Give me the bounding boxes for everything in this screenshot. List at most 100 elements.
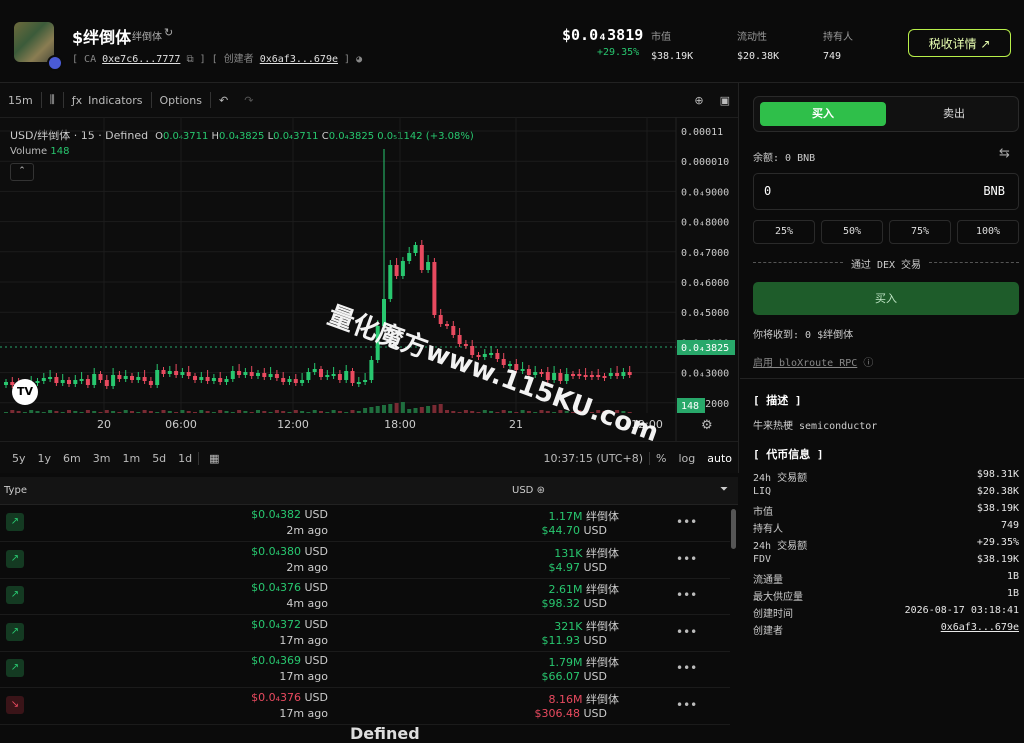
bloxroute-toggle[interactable]: 启用 bloXroute RPC ⓘ (753, 354, 873, 369)
volume-bar (218, 410, 223, 413)
volume-bar (123, 410, 128, 413)
volume-bar (363, 408, 368, 413)
candle-body (117, 375, 122, 379)
undo-icon[interactable]: ↶ (211, 94, 236, 107)
y-tick-label: 0.0₄5000 (681, 308, 729, 319)
camera-icon[interactable]: ▣ (712, 94, 738, 107)
creator-address-link[interactable]: 0x6af3...679e (260, 54, 338, 65)
volume-bar (445, 410, 449, 413)
stat-holders: 持有人 749 (823, 32, 853, 62)
amount-input[interactable]: 0 BNB (753, 173, 1019, 210)
percent-toggle[interactable]: % (649, 451, 672, 465)
screenshot-search-icon[interactable]: ⊕ (686, 94, 711, 107)
candle-body (369, 360, 374, 380)
trade-amount: 8.16M 绊倒体 (548, 692, 619, 706)
trade-row[interactable]: ↗ $0.0₄382 USD 2m ago 1.17M 绊倒体 $44.70 USD ••… (0, 505, 730, 542)
candle-body (577, 374, 582, 376)
trade-usd: $306.48 USD (534, 706, 607, 720)
range-5y[interactable]: 5y (6, 452, 32, 465)
options-button[interactable]: Options (152, 94, 210, 107)
tax-details-button[interactable]: 税收详情 ↗ (908, 29, 1011, 57)
usd-column-header[interactable]: USD ⊛ (512, 485, 545, 496)
volume-bar (73, 411, 78, 413)
refresh-icon[interactable]: ↻ (164, 26, 178, 40)
volume-bar (325, 412, 330, 413)
pct-50-button[interactable]: 50% (821, 220, 883, 244)
amount-value[interactable]: 0 (764, 184, 771, 198)
range-6m[interactable]: 6m (57, 452, 87, 465)
more-icon[interactable]: ••• (676, 698, 697, 712)
pct-75-button[interactable]: 75% (889, 220, 951, 244)
info-row: 流通量 1B (753, 571, 1019, 586)
info-row[interactable]: 创建者 0x6af3...679e (753, 622, 1019, 639)
interval-selector[interactable]: 15m (0, 94, 41, 107)
buy-tab[interactable]: 买入 (760, 102, 886, 126)
trade-row[interactable]: ↗ $0.0₄369 USD 17m ago 1.79M 绊倒体 $66.07 USD •… (0, 651, 730, 688)
candle-body (180, 372, 185, 375)
volume-bar (180, 410, 185, 413)
redo-icon[interactable]: ↷ (236, 94, 261, 107)
trade-amount: 2.61M 绊倒体 (548, 583, 619, 596)
candle-body (426, 262, 431, 270)
volume-bar (193, 412, 197, 413)
volume-bar (407, 409, 412, 413)
candle-body (432, 262, 437, 315)
trade-row[interactable]: ↘ $0.0₄376 USD 17m ago 8.16M 绊倒体 $306.48 USD… (0, 688, 730, 725)
copy-icon[interactable]: ⧉ (186, 54, 193, 65)
more-icon[interactable]: ••• (676, 515, 697, 529)
candlestick-chart[interactable]: 0.00011 0.000010 0.0₄9000 0.0₄8000 0.0₄7000 0… (0, 117, 738, 441)
range-1d[interactable]: 1d (172, 452, 198, 465)
indicators-button[interactable]: ƒx Indicators (64, 94, 151, 107)
volume-bar (438, 404, 443, 413)
more-icon[interactable]: ••• (676, 625, 697, 639)
volume-bar (375, 406, 380, 413)
trade-row[interactable]: ↗ $0.0₄376 USD 4m ago 2.61M 绊倒体 $98.32 USD ••… (0, 578, 730, 615)
candle-body (287, 379, 292, 382)
candle-body (79, 379, 84, 381)
settings-sliders-icon[interactable]: ⇆ (999, 146, 1010, 161)
trade-row[interactable]: ↗ $0.0₄380 USD 2m ago 131K 绊倒体 $4.97 USD ••• (0, 542, 730, 579)
log-toggle[interactable]: log (672, 452, 701, 465)
bscscan-icon[interactable]: ◕ (356, 54, 362, 65)
volume-bar (224, 411, 229, 413)
date-range-icon[interactable]: ▦ (198, 451, 225, 465)
fx-icon: ƒx (71, 93, 83, 107)
range-5d[interactable]: 5d (146, 452, 172, 465)
filter-icon[interactable]: ⏷ (720, 484, 728, 495)
trade-usd: $4.97 USD (548, 560, 607, 574)
trade-price: $0.0₄382 USD (251, 508, 328, 521)
volume-bar (514, 412, 519, 413)
currency-switch-icon: ⊛ (536, 485, 545, 496)
candle-body (615, 373, 620, 376)
pct-100-button[interactable]: 100% (957, 220, 1019, 244)
timezone-clock[interactable]: 10:37:15 (UTC+8) (537, 452, 649, 465)
range-1m[interactable]: 1m (116, 452, 146, 465)
chart-settings-icon[interactable]: ⚙ (701, 418, 713, 433)
candle-body (54, 377, 59, 383)
pct-25-button[interactable]: 25% (753, 220, 815, 244)
candle-body (92, 374, 97, 385)
auto-toggle[interactable]: auto (701, 452, 738, 465)
volume-bar (337, 411, 342, 413)
range-1y[interactable]: 1y (32, 452, 58, 465)
ca-address-link[interactable]: 0xe7c6...7777 (102, 54, 180, 65)
volume-bar (130, 411, 134, 413)
sell-tab[interactable]: 卖出 (894, 102, 1014, 126)
buy-submit-button[interactable]: 买入 (753, 282, 1019, 315)
trades-scrollbar[interactable] (731, 509, 736, 549)
trade-usd: $11.93 USD (541, 633, 607, 647)
more-icon[interactable]: ••• (676, 661, 697, 675)
defined-footer-text: Defined (350, 724, 420, 743)
candle-type-icon[interactable]: ⫼ (42, 93, 63, 107)
range-3m[interactable]: 3m (87, 452, 117, 465)
volume-bar (174, 412, 179, 413)
candle-body (186, 372, 191, 376)
more-icon[interactable]: ••• (676, 588, 697, 602)
info-row: 创建时间 2026-08-17 03:18:41 (753, 605, 1019, 620)
candle-body (155, 370, 160, 385)
trade-row[interactable]: ↗ $0.0₄372 USD 17m ago 321K 绊倒体 $11.93 USD ••… (0, 615, 730, 652)
candle-body (306, 372, 311, 380)
more-icon[interactable]: ••• (676, 552, 697, 566)
receive-text: 你将收到: 0 $绊倒体 (753, 330, 854, 341)
volume-bar (10, 410, 15, 413)
